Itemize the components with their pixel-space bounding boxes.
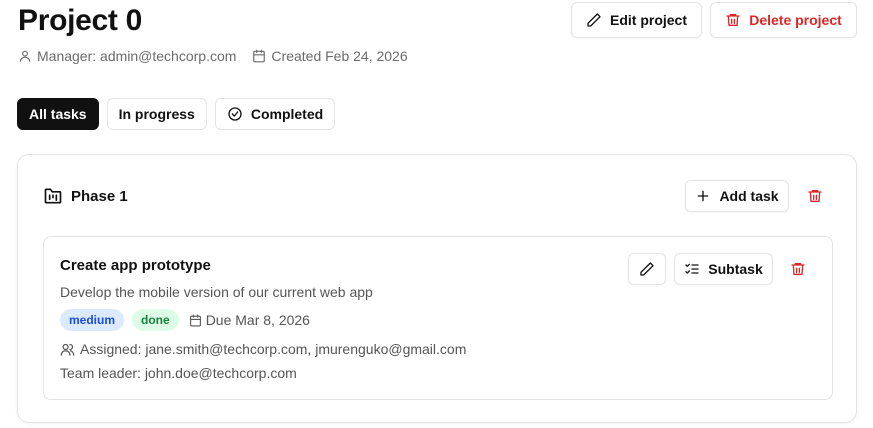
edit-task-button[interactable]: [628, 253, 666, 285]
subtask-label: Subtask: [708, 261, 763, 277]
due-date: Due Mar 8, 2026: [189, 312, 310, 328]
created-info: Created Feb 24, 2026: [252, 48, 408, 64]
due-date-text: Due Mar 8, 2026: [205, 312, 310, 328]
phase-title: Phase 1: [71, 187, 128, 205]
trash-icon: [790, 261, 806, 277]
edit-project-button[interactable]: Edit project: [571, 2, 702, 38]
delete-phase-button[interactable]: [804, 184, 826, 208]
tab-label: Completed: [250, 106, 324, 122]
status-badge: done: [132, 309, 179, 331]
pencil-icon: [639, 261, 655, 277]
phase-card: Phase 1 Add task Create app prototype De…: [17, 154, 857, 423]
add-task-button[interactable]: Add task: [685, 180, 789, 212]
tab-label: All tasks: [29, 106, 87, 122]
created-text: Created Feb 24, 2026: [271, 48, 408, 64]
add-subtask-button[interactable]: Subtask: [674, 253, 773, 285]
phase-header: Phase 1: [43, 186, 128, 206]
manager-text: Manager: admin@techcorp.com: [37, 48, 237, 64]
delete-project-label: Delete project: [749, 12, 842, 28]
delete-task-button[interactable]: [789, 257, 807, 281]
add-task-label: Add task: [719, 188, 779, 204]
pencil-icon: [586, 12, 610, 28]
calendar-icon: [252, 49, 271, 63]
task-title: Create app prototype: [60, 257, 211, 274]
tab-all-tasks[interactable]: All tasks: [17, 98, 99, 130]
task-badges: medium done Due Mar 8, 2026: [60, 309, 310, 331]
trash-icon: [807, 188, 823, 204]
plus-icon: [695, 188, 719, 204]
project-meta: Manager: admin@techcorp.com Created Feb …: [18, 47, 408, 65]
priority-badge: medium: [60, 309, 125, 331]
page-title: Project 0: [18, 4, 143, 37]
manager-info: Manager: admin@techcorp.com: [18, 48, 236, 64]
list-checks-icon: [684, 261, 708, 277]
edit-project-label: Edit project: [609, 12, 687, 28]
user-icon: [18, 49, 37, 63]
task-filter-tabs: All tasks In progress Completed: [17, 98, 343, 130]
users-icon: [60, 342, 80, 357]
team-leader: Team leader: john.doe@techcorp.com: [60, 365, 297, 381]
calendar-icon: [189, 314, 206, 327]
circle-check-icon: [227, 106, 251, 122]
tab-label: In progress: [118, 106, 195, 122]
delete-project-button[interactable]: Delete project: [710, 2, 857, 38]
trash-icon: [725, 12, 749, 28]
task-description: Develop the mobile version of our curren…: [60, 284, 373, 300]
assigned-text: Assigned: jane.smith@techcorp.com, jmure…: [80, 341, 467, 357]
task-card: Create app prototype Develop the mobile …: [43, 236, 833, 400]
tab-completed[interactable]: Completed: [214, 98, 336, 130]
tab-in-progress[interactable]: In progress: [106, 98, 207, 130]
folder-kanban-icon: [43, 186, 71, 206]
assigned-users: Assigned: jane.smith@techcorp.com, jmure…: [60, 341, 466, 357]
